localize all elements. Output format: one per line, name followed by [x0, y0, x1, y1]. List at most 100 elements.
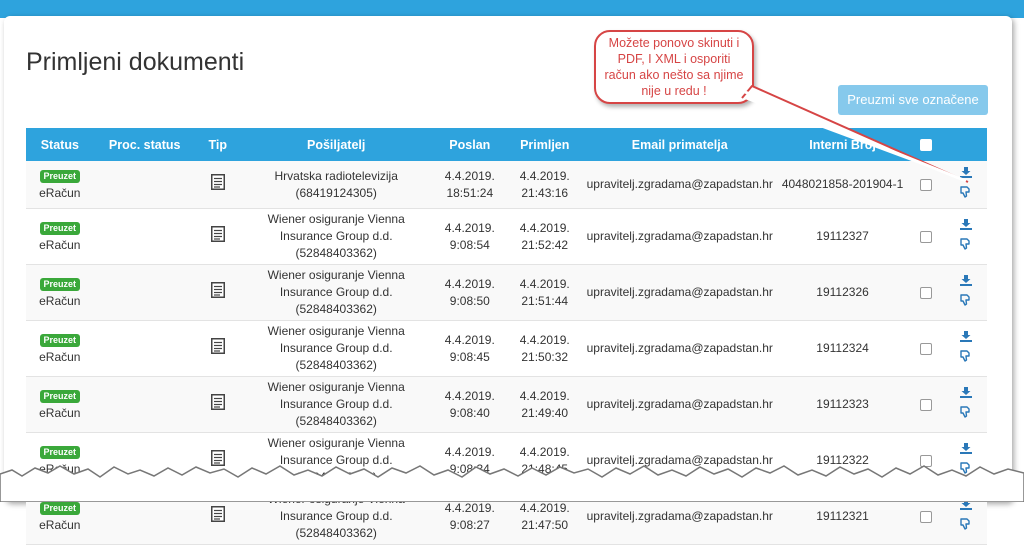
status-cell: Preuzet eRačun	[26, 377, 94, 433]
actions-cell	[944, 161, 987, 209]
poslan-cell: 4.4.2019. 9:08:45	[433, 321, 507, 377]
primljen-time: 21:43:16	[521, 185, 569, 200]
documents-table: Status Proc. status Tip Pošiljatelj Posl…	[26, 128, 987, 545]
primljen-time: 21:49:40	[521, 405, 569, 420]
status-cell: Preuzet eRačun	[26, 209, 94, 265]
select-cell	[908, 161, 944, 209]
table-row[interactable]: Preuzet eRačun Wiener osiguranje Vienna In…	[26, 488, 987, 545]
row-checkbox[interactable]	[920, 286, 933, 299]
proc-status-cell	[94, 489, 196, 545]
tip-cell	[196, 209, 240, 265]
primljen-date: 4.4.2019.	[519, 332, 570, 347]
row-checkbox[interactable]	[920, 230, 933, 243]
table-row[interactable]: Preuzet eRačun Wiener osiguranje Vienna In…	[26, 376, 987, 433]
document-type: eRačun	[39, 294, 81, 308]
download-icon[interactable]	[959, 274, 972, 291]
row-checkbox[interactable]	[920, 510, 933, 523]
email-cell: upravitelj.zgradama@zapadstan.hr	[586, 509, 773, 523]
header-proc-status[interactable]: Proc. status	[94, 128, 196, 161]
table-row[interactable]: Preuzet eRačun Wiener osiguranje Vienna In…	[26, 264, 987, 321]
email-cell: upravitelj.zgradama@zapadstan.hr	[586, 229, 773, 243]
row-checkbox[interactable]	[920, 398, 933, 411]
document-list-icon[interactable]	[210, 174, 225, 195]
header-status[interactable]: Status	[26, 128, 94, 161]
table-row[interactable]: Preuzet eRačun Wiener osiguranje Vienna In…	[26, 209, 987, 265]
header-email[interactable]: Email primatelja	[583, 128, 777, 161]
poslan-time: 9:08:50	[449, 293, 490, 308]
thumbs-down-icon[interactable]	[960, 294, 971, 311]
sender-cell: Wiener osiguranje Vienna Insurance Group…	[267, 212, 405, 260]
proc-status-cell	[94, 209, 196, 265]
actions-cell	[944, 377, 987, 433]
sender-cell: Wiener osiguranje Vienna Insurance Group…	[267, 324, 405, 372]
primljen-cell: 4.4.2019. 21:48:45	[507, 433, 583, 489]
download-icon[interactable]	[959, 386, 972, 403]
thumbs-down-icon[interactable]	[960, 186, 971, 203]
primljen-date: 4.4.2019.	[519, 168, 570, 183]
select-cell	[908, 377, 944, 433]
row-checkbox[interactable]	[920, 178, 933, 191]
document-type: eRačun	[39, 238, 81, 252]
poslan-time: 18:51:24	[446, 185, 494, 200]
header-poslan[interactable]: Poslan	[433, 128, 507, 161]
document-type: eRačun	[39, 462, 81, 476]
primljen-date: 4.4.2019.	[519, 276, 570, 291]
poslan-time: 9:08:34	[449, 461, 490, 476]
select-cell	[908, 209, 944, 265]
thumbs-down-icon[interactable]	[960, 462, 971, 479]
table-row[interactable]: Preuzet eRačun Hrvatska radiotelevizija (6…	[26, 161, 987, 209]
download-icon[interactable]	[959, 218, 972, 235]
tip-cell	[196, 489, 240, 545]
poslan-cell: 4.4.2019. 9:08:40	[433, 377, 507, 433]
tip-cell	[196, 161, 240, 209]
download-icon[interactable]	[959, 442, 972, 459]
document-list-icon[interactable]	[210, 338, 225, 359]
download-icon[interactable]	[959, 166, 972, 183]
header-tip[interactable]: Tip	[196, 128, 240, 161]
email-cell: upravitelj.zgradama@zapadstan.hr	[586, 341, 773, 355]
header-primljen[interactable]: Primljen	[507, 128, 583, 161]
email-cell: upravitelj.zgradama@zapadstan.hr	[586, 177, 773, 191]
document-list-icon[interactable]	[210, 506, 225, 527]
document-type: eRačun	[39, 518, 81, 532]
status-cell: Preuzet eRačun	[26, 161, 94, 209]
primljen-date: 4.4.2019.	[519, 500, 570, 515]
primljen-time: 21:52:42	[521, 237, 569, 252]
tip-cell	[196, 265, 240, 321]
document-list-icon[interactable]	[210, 282, 225, 303]
poslan-date: 4.4.2019.	[444, 276, 495, 291]
document-list-icon[interactable]	[210, 226, 225, 247]
select-cell	[908, 321, 944, 377]
interni-broj-cell: 19112326	[816, 285, 869, 299]
document-list-icon[interactable]	[210, 450, 225, 471]
header-interni-broj[interactable]: Interni Broj	[777, 128, 908, 161]
header-sender[interactable]: Pošiljatelj	[240, 128, 433, 161]
table-row[interactable]: Preuzet eRačun Wiener osiguranje Vienna In…	[26, 433, 987, 489]
thumbs-down-icon[interactable]	[960, 238, 971, 255]
primljen-cell: 4.4.2019. 21:47:50	[507, 489, 583, 545]
header-actions	[944, 128, 987, 161]
poslan-date: 4.4.2019.	[444, 444, 495, 459]
email-cell: upravitelj.zgradama@zapadstan.hr	[586, 285, 773, 299]
proc-status-cell	[94, 265, 196, 321]
row-checkbox[interactable]	[920, 342, 933, 355]
poslan-cell: 4.4.2019. 18:51:24	[433, 161, 507, 209]
select-all-checkbox[interactable]	[920, 139, 933, 152]
primljen-time: 21:48:45	[521, 461, 569, 476]
primljen-time: 21:47:50	[521, 517, 569, 532]
thumbs-down-icon[interactable]	[960, 350, 971, 367]
row-checkbox[interactable]	[920, 454, 933, 467]
select-cell	[908, 433, 944, 489]
primljen-cell: 4.4.2019. 21:49:40	[507, 377, 583, 433]
tip-cell	[196, 377, 240, 433]
download-icon[interactable]	[959, 498, 972, 515]
table-row[interactable]: Preuzet eRačun Wiener osiguranje Vienna In…	[26, 321, 987, 377]
download-icon[interactable]	[959, 330, 972, 347]
document-list-icon[interactable]	[210, 394, 225, 415]
primljen-cell: 4.4.2019. 21:52:42	[507, 209, 583, 265]
download-selected-button[interactable]: Preuzmi sve označene	[838, 85, 988, 115]
thumbs-down-icon[interactable]	[960, 406, 971, 423]
thumbs-down-icon[interactable]	[960, 518, 971, 535]
document-type: eRačun	[39, 186, 81, 200]
primljen-time: 21:50:32	[521, 349, 569, 364]
